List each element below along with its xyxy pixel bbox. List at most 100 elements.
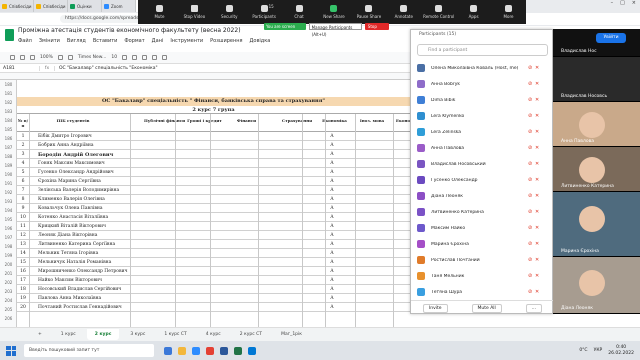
grade-cell[interactable]: А — [327, 260, 337, 265]
menu-item[interactable]: Змінити — [39, 38, 60, 44]
sheet-tab[interactable]: 2 курс — [86, 329, 120, 340]
zoom-control-4[interactable]: Participants 15 — [247, 0, 282, 24]
video-off-icon[interactable]: ⊘ — [528, 177, 533, 183]
participant-row[interactable]: Максим Найко ⊘ ✕ — [411, 220, 554, 236]
row-number[interactable]: 201 — [0, 271, 17, 276]
grade-cell[interactable]: А — [327, 287, 337, 292]
table-row[interactable]: 3 Бородін Андрій Олегович А — [17, 150, 410, 159]
weather-temp[interactable]: 0°C — [579, 348, 587, 353]
video-tile[interactable]: Владислав Носовсь — [553, 57, 640, 102]
grade-cell[interactable]: А — [327, 143, 337, 148]
document-title[interactable]: Проміжна атестація студентів економічног… — [18, 27, 241, 34]
video-off-icon[interactable]: ⊘ — [528, 241, 533, 247]
row-number[interactable]: 180 — [0, 82, 17, 87]
table-row[interactable]: 17 Найко Максим Вікторович А — [17, 276, 410, 285]
participant-row[interactable]: Анна Bobryk ⊘ ✕ — [411, 76, 554, 92]
sheet-tab[interactable]: 4 курс — [198, 329, 229, 340]
print-icon[interactable] — [30, 55, 35, 60]
stop-share-button[interactable]: Stop Share — [364, 22, 389, 36]
participant-row[interactable]: Гусенко Олександр ⊘ ✕ — [411, 172, 554, 188]
browser-tab[interactable]: Оцінки — [68, 0, 102, 12]
grade-cell[interactable]: А — [327, 242, 337, 247]
video-off-icon[interactable]: ⊘ — [528, 289, 533, 295]
participant-row[interactable]: Lera Klymenko ⊘ ✕ — [411, 108, 554, 124]
video-tile[interactable]: Марина Єрохіна — [553, 192, 640, 257]
grade-cell[interactable]: А — [327, 269, 337, 274]
menu-item[interactable]: Дані — [152, 38, 164, 44]
table-row[interactable]: 1 Бібік Дмитро Ігорович А — [17, 132, 410, 141]
italic-icon[interactable] — [132, 55, 138, 60]
row-number[interactable]: 186 — [0, 136, 17, 141]
table-row[interactable]: 5 Гусенко Олександр Андрійович А — [17, 168, 410, 177]
video-tile[interactable]: Анна Павлова — [553, 102, 640, 147]
table-row[interactable]: 18 Носовський Владислав Сергійович А — [17, 285, 410, 294]
menu-item[interactable]: Вставити — [93, 38, 118, 44]
table-row[interactable]: 15 Мельничук Наталія Романівна А — [17, 258, 410, 267]
edge-icon[interactable] — [248, 346, 256, 355]
undo-icon[interactable] — [10, 55, 15, 60]
grade-cell[interactable]: А — [327, 251, 337, 256]
table-row[interactable]: 6 Єрохіна Марина Сергіївна А — [17, 177, 410, 186]
font-size-select[interactable]: 10 — [111, 55, 117, 60]
minimize-button[interactable]: – — [611, 0, 614, 10]
video-tile[interactable]: Литвиненко Катерина — [553, 147, 640, 192]
grade-cell[interactable]: А — [327, 296, 337, 301]
table-row[interactable]: 14 Мельник Тетяна Ігорівна А — [17, 249, 410, 258]
table-row[interactable]: 20 Почтаний Ростислав Геннадійович А — [17, 303, 410, 312]
mic-muted-icon[interactable]: ✕ — [535, 225, 540, 231]
row-number[interactable]: 199 — [0, 253, 17, 258]
grade-cell[interactable]: А — [327, 161, 337, 166]
table-row[interactable]: 4 Гоняк Максим Максимович А — [17, 159, 410, 168]
grade-cell[interactable]: А — [327, 215, 337, 220]
participant-search-input[interactable]: Find a participant — [417, 44, 548, 56]
grade-cell[interactable]: А — [327, 278, 337, 283]
participant-row[interactable]: Діана Леоняк ⊘ ✕ — [411, 188, 554, 204]
add-sheet-button[interactable]: + — [30, 329, 50, 340]
grade-cell[interactable]: А — [327, 224, 337, 229]
file-explorer-icon[interactable] — [178, 346, 186, 355]
zoom-control-11[interactable]: More — [491, 0, 526, 24]
video-off-icon[interactable]: ⊘ — [528, 209, 533, 215]
mic-muted-icon[interactable]: ✕ — [535, 97, 540, 103]
row-number[interactable]: 200 — [0, 262, 17, 267]
font-select[interactable]: Times New... — [78, 55, 106, 60]
menu-item[interactable]: Довідка — [250, 38, 271, 44]
table-row[interactable]: 2 Бобрик Анна Андріївна А — [17, 141, 410, 150]
video-off-icon[interactable]: ⊘ — [528, 65, 533, 71]
video-off-icon[interactable]: ⊘ — [528, 225, 533, 231]
grade-cell[interactable]: А — [327, 134, 337, 139]
grade-cell[interactable]: А — [327, 206, 337, 211]
video-off-icon[interactable]: ⊘ — [528, 81, 533, 87]
grade-cell[interactable]: А — [327, 152, 337, 157]
cell-reference[interactable]: A181 — [0, 65, 40, 71]
more-options-button[interactable]: ... — [525, 303, 543, 313]
taskbar-search-input[interactable]: Введіть пошуковий запит тут — [24, 344, 154, 357]
zoom-control-7[interactable]: Pause Share — [351, 0, 386, 24]
browser-tab[interactable]: Співбесіди — [34, 0, 68, 12]
video-off-icon[interactable]: ⊘ — [528, 193, 533, 199]
mic-muted-icon[interactable]: ✕ — [535, 129, 540, 135]
table-row[interactable]: 19 Павлова Анна Миколаївна А — [17, 294, 410, 303]
mic-muted-icon[interactable]: ✕ — [535, 145, 540, 151]
table-row[interactable]: 9 Ковальчук Олена Павлівна А — [17, 204, 410, 213]
mic-muted-icon[interactable]: ✕ — [535, 65, 540, 71]
zoom-app-icon[interactable] — [192, 346, 200, 355]
row-number[interactable]: 185 — [0, 127, 17, 132]
table-row[interactable]: 12 Леоняк Діана Вікторівна А — [17, 231, 410, 240]
mic-muted-icon[interactable]: ✕ — [535, 289, 540, 295]
menu-item[interactable]: Розширення — [210, 38, 242, 44]
sheet-tab[interactable]: 3 курс — [122, 329, 153, 340]
invite-button[interactable]: Invite — [422, 303, 448, 313]
row-number[interactable]: 190 — [0, 172, 17, 177]
grade-cell[interactable]: А — [327, 179, 337, 184]
zoom-control-10[interactable]: Apps — [456, 0, 491, 24]
table-row[interactable]: 11 Крицкий Віталій Вікторович А — [17, 222, 410, 231]
browser-tab[interactable]: Zoom — [102, 0, 136, 12]
participant-row[interactable]: Олена Миколаївна Коваль (Host, me) ⊘ ✕ — [411, 60, 554, 76]
sheet-title-row[interactable]: ОС "Бакалавр" спеціальність " Фінанси, б… — [17, 97, 410, 106]
sheet-tab[interactable]: 1 курс — [53, 329, 84, 340]
row-number[interactable]: 197 — [0, 235, 17, 240]
video-tile[interactable]: Діана Леоняк — [553, 257, 640, 314]
participant-row[interactable]: Анна Павлова ⊘ ✕ — [411, 140, 554, 156]
row-number[interactable]: 192 — [0, 190, 17, 195]
